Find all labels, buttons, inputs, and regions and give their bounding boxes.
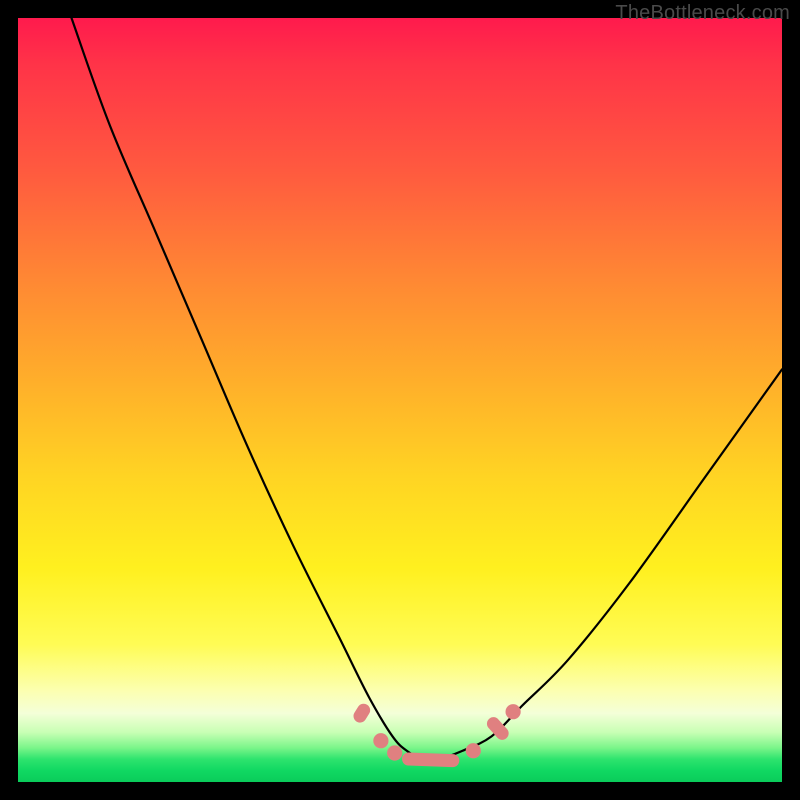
chart-svg xyxy=(18,18,782,782)
bottleneck-curve xyxy=(72,18,783,760)
curve-marker-dot xyxy=(387,745,402,760)
curve-marker-dot xyxy=(466,743,481,758)
outer-frame: TheBottleneck.com xyxy=(0,0,800,800)
curve-marker-dot xyxy=(506,704,521,719)
curve-marker-pill xyxy=(402,752,460,767)
curve-marker-dot xyxy=(373,733,388,748)
curve-marker-pill xyxy=(351,701,373,725)
